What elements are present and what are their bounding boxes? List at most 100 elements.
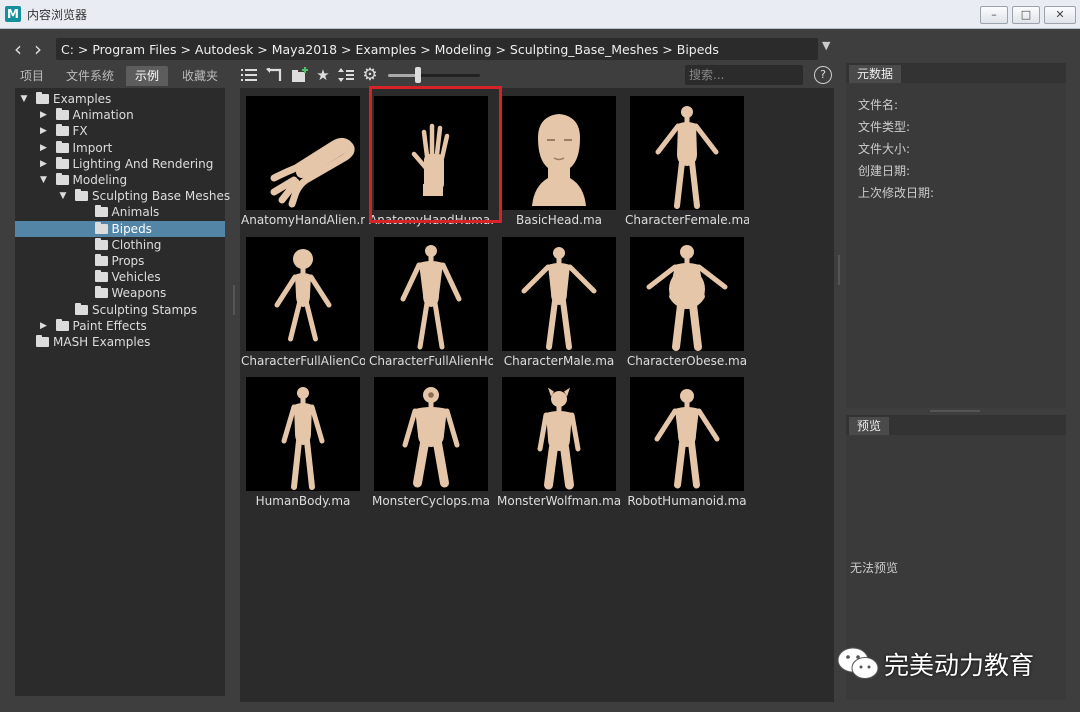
forward-arrow-icon[interactable]: › [30,39,46,59]
right-splitter-handle[interactable] [838,255,840,285]
tree-item-label: Paint Effects [72,318,147,333]
model-thumbnail[interactable] [246,236,360,351]
model-thumbnail[interactable] [374,236,488,351]
close-button[interactable]: ✕ [1044,6,1076,24]
maximize-button[interactable]: □ [1012,6,1040,24]
path-field[interactable]: C: > Program Files > Autodesk > Maya2018… [56,38,818,60]
file-item[interactable]: BasicHead.ma [497,89,621,229]
model-thumbnail[interactable] [502,377,616,491]
tab-file-system[interactable]: 文件系统 [58,66,122,86]
collapsed-arrow-icon[interactable]: ▶ [39,140,49,156]
model-thumbnail[interactable] [246,96,360,210]
file-item[interactable]: CharacterMale.ma [497,230,621,370]
tree-item[interactable]: Sculpting Stamps [15,302,225,318]
settings-gear-icon[interactable]: ⚙ [360,65,380,85]
collapsed-arrow-icon[interactable]: ▶ [39,107,49,123]
path-dropdown-icon[interactable]: ▼ [822,39,830,52]
tree-item-label: Weapons [111,286,167,301]
wechat-logo-icon [837,647,879,679]
list-view-icon[interactable] [240,65,258,85]
file-name-label: CharacterObese.ma [626,353,748,368]
watermark: 完美动力教育 [832,640,1072,686]
tree-item[interactable]: ▼ Modeling [15,172,225,188]
tab-favorites[interactable]: 收藏夹 [172,66,228,86]
tab-project[interactable]: 项目 [12,66,52,86]
tree-item[interactable]: MASH Examples [15,334,225,350]
file-item[interactable]: CharacterFullAlienCo... [241,230,365,370]
file-item[interactable]: CharacterFemale.ma [625,89,749,229]
tree-item-label: Clothing [111,237,162,252]
obese-model-image [646,244,728,351]
file-item[interactable]: RobotHumanoid.ma [625,370,749,510]
expanded-arrow-icon[interactable]: ▼ [19,91,29,107]
tree-item[interactable]: ▶ Import [15,140,225,156]
panel-splitter-handle[interactable] [930,410,980,412]
tree-item[interactable]: ▶ Animation [15,107,225,123]
path-bar: ‹ › C: > Program Files > Autodesk > Maya… [10,37,845,61]
no-preview-text: 无法预览 [850,561,899,575]
model-thumbnail[interactable] [502,236,616,351]
watermark-text: 完美动力教育 [884,651,1035,680]
model-thumbnail[interactable] [374,377,488,491]
maya-app-icon: M [5,6,21,22]
meta-file-size: 文件大小: [858,142,911,156]
preview-tab[interactable]: 预览 [849,417,889,435]
slider-handle[interactable] [415,67,422,83]
tree-item-label: Examples [53,92,112,106]
tree-item-label: Sculpting Base Meshes [92,189,231,204]
folder-icon [55,156,69,169]
expanded-arrow-icon[interactable]: ▼ [39,172,49,188]
tree-item-label: Lighting And Rendering [72,156,214,171]
tree-item[interactable]: ▼ Examples [15,91,225,107]
sort-icon[interactable] [337,65,355,85]
collapsed-arrow-icon[interactable]: ▶ [39,318,49,334]
file-item[interactable]: CharacterFullAlienHo... [369,230,493,370]
help-icon[interactable]: ? [814,66,832,84]
tree-item[interactable]: ▶ Lighting And Rendering [15,156,225,172]
tree-item[interactable]: ▼ Sculpting Base Meshes [15,188,230,204]
tree-item-label: MASH Examples [53,335,151,349]
tree-item[interactable]: Bipeds [15,220,225,237]
tree-item-label: Modeling [72,173,128,187]
tree-item[interactable]: Vehicles [15,269,225,285]
metadata-tab[interactable]: 元数据 [849,65,901,83]
robot-model-image [654,389,720,489]
folder-icon [55,318,69,331]
tree-item[interactable]: ▶ Paint Effects [15,318,225,334]
back-arrow-icon[interactable]: ‹ [10,39,26,59]
search-input[interactable]: 搜索... [685,65,803,85]
model-thumbnail[interactable] [630,96,744,210]
favorite-star-icon[interactable]: ★ [314,65,332,85]
file-item[interactable]: HumanBody.ma [241,370,365,510]
browser-toolbar: ★ ⚙ 搜索... ? [240,65,835,87]
tree-item-label: Bipeds [111,221,152,236]
folder-icon [94,237,108,250]
file-item[interactable]: AnatomyHandAlien.ma [241,89,365,229]
tab-examples[interactable]: 示例 [126,66,168,86]
new-folder-icon[interactable] [290,65,310,85]
model-thumbnail[interactable] [630,236,744,351]
file-item[interactable]: CharacterObese.ma [625,230,749,370]
tree-item[interactable]: ▶ FX [15,123,225,139]
tree-item-label: Sculpting Stamps [92,302,198,317]
back-up-icon[interactable] [265,65,283,85]
tree-item[interactable]: Clothing [15,237,225,253]
slider-fill [388,74,419,77]
file-item[interactable]: MonsterWolfman.ma [497,370,621,510]
collapsed-arrow-icon[interactable]: ▶ [39,123,49,139]
preview-header: 预览 [846,415,1066,435]
tree-item[interactable]: Animals [15,204,225,220]
meta-modified-date: 上次修改日期: [858,186,935,200]
tree-item[interactable]: Props [15,253,225,269]
file-item[interactable]: MonsterCyclops.ma [369,370,493,510]
model-thumbnail[interactable] [502,96,616,210]
cyclops-model-image [402,387,460,488]
wolfman-model-image [537,387,581,490]
expanded-arrow-icon[interactable]: ▼ [58,188,68,204]
tree-item[interactable]: Weapons [15,285,225,301]
minimize-button[interactable]: – [980,6,1008,24]
collapsed-arrow-icon[interactable]: ▶ [39,156,49,172]
left-splitter-handle[interactable] [233,285,235,315]
model-thumbnail[interactable] [630,377,744,491]
model-thumbnail[interactable] [246,377,360,491]
